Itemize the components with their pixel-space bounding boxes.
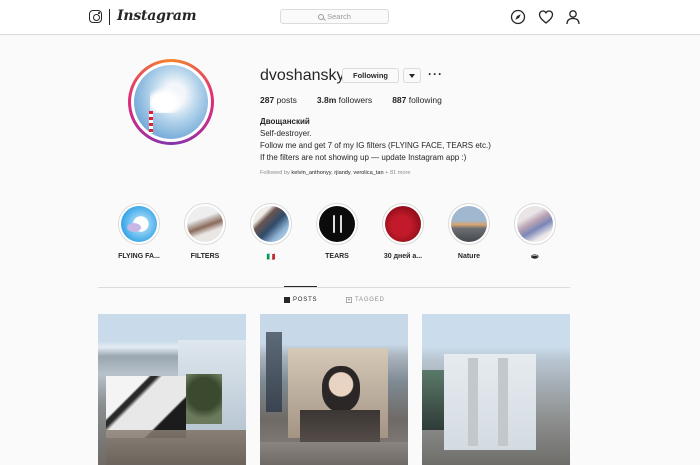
highlight-label: TEARS [325,253,349,260]
highlight-thumbnail [451,206,487,242]
highlight-cover [250,203,292,245]
bio-line: Self-destroyer. [260,129,312,138]
followed-by[interactable]: Followed by kelvin_anthonyy, rjiandy, ve… [260,170,410,176]
post-collage-fog [444,354,536,450]
more-options-button[interactable]: ··· [428,67,443,81]
profile-bio: Двощанский Self-destroyer. Follow me and… [260,116,560,164]
highlight-item[interactable]: 🇮🇹 [246,203,296,261]
avatar-border [131,62,211,142]
following-count[interactable]: 887 following [392,95,442,105]
highlight-label: FLYING FA... [118,253,160,260]
highlight-item[interactable]: 30 дней а... [378,203,428,260]
highlight-item[interactable]: FLYING FA... [114,203,164,260]
search-icon [318,13,325,20]
tabs-divider [98,287,570,288]
highlight-thumbnail [517,206,553,242]
tagged-icon [346,297,352,303]
avatar-chimney [149,111,153,133]
post-thumbnail[interactable] [260,314,408,465]
tab-tagged-label: TAGGED [355,297,385,303]
post-portrait [322,366,360,412]
tab-posts-label: POSTS [293,297,318,303]
highlight-item[interactable]: FILTERS [180,203,230,260]
highlight-thumbnail [187,206,223,242]
followed-by-prefix: Followed by [260,170,290,176]
highlight-label: 🇮🇹 [266,254,276,261]
highlight-item[interactable]: Nature [444,203,494,260]
post-thumbnail[interactable] [98,314,246,465]
highlight-cover [514,203,556,245]
highlight-thumbnail-tear [340,215,342,233]
post-thumbnail[interactable] [422,314,570,465]
post-column [498,358,508,446]
highlight-thumbnail [121,206,157,242]
post-collage-city [260,442,408,465]
followed-by-more: + 81 more [385,170,411,176]
avatar-smoke [150,87,184,113]
followed-by-user: rjiandy [334,170,351,176]
highlight-thumbnail [319,206,355,242]
logo-divider [109,9,110,25]
suggestions-dropdown-button[interactable] [403,68,421,83]
post-column [468,358,478,446]
highlight-thumbnail-face [127,223,141,232]
highlight-cover [118,203,160,245]
highlight-thumbnail [253,206,289,242]
bio-line: If the filters are not showing up — upda… [260,153,467,162]
bio-line: Follow me and get 7 of my IG filters (FL… [260,141,491,150]
grid-icon [284,297,290,303]
followers-count-value: 3.8m [316,95,337,105]
highlight-label: Nature [457,253,481,260]
following-count-value: 887 [392,95,407,105]
profile-username: dvoshansky [260,67,345,84]
highlight-item[interactable]: 🕳 [510,203,560,261]
highlight-label: 30 дней а... [383,253,423,260]
highlight-cover [316,203,358,245]
followers-count[interactable]: 3.8m followers [317,95,372,105]
post-collage-city [106,430,246,465]
profile-stats: 287 posts 3.8m followers 887 following [260,95,462,105]
posts-count-value: 287 [260,95,275,105]
tab-tagged[interactable]: TAGGED [346,297,385,303]
profile-person-icon[interactable] [565,9,581,25]
highlight-cover [448,203,490,245]
following-button[interactable]: Following [342,68,399,83]
top-nav-bar: Instagram Search [0,0,700,35]
post-collage-room [106,376,186,438]
highlight-thumbnail [385,206,421,242]
post-collage-tree [186,374,222,424]
highlight-thumbnail-tear [333,215,335,233]
posts-count: 287 posts [260,95,297,105]
followed-by-user: kelvin_anthonyy [291,170,332,176]
tab-posts[interactable]: POSTS [284,297,317,303]
following-count-label: following [408,95,442,105]
instagram-wordmark[interactable]: Instagram [117,8,197,24]
post-tower [266,332,282,412]
search-input[interactable]: Search [280,9,389,24]
highlight-cover [382,203,424,245]
posts-count-label: posts [276,95,297,105]
activity-heart-icon[interactable] [538,9,554,25]
explore-compass-icon[interactable] [510,9,526,25]
instagram-glyph-icon[interactable] [89,10,102,23]
highlight-item[interactable]: TEARS [312,203,362,260]
highlight-label: FILTERS [190,253,220,260]
active-tab-indicator [284,286,317,287]
followed-by-user: verolica_tan [353,170,384,176]
search-placeholder: Search [327,12,351,21]
highlight-label: 🕳 [530,254,540,261]
post-collage-window [422,370,444,430]
highlight-cover [184,203,226,245]
avatar-photo [134,65,208,139]
followers-count-label: followers [338,95,373,105]
profile-avatar[interactable] [128,59,214,145]
profile-full-name: Двощанский [260,117,310,126]
chevron-down-icon [409,73,415,78]
